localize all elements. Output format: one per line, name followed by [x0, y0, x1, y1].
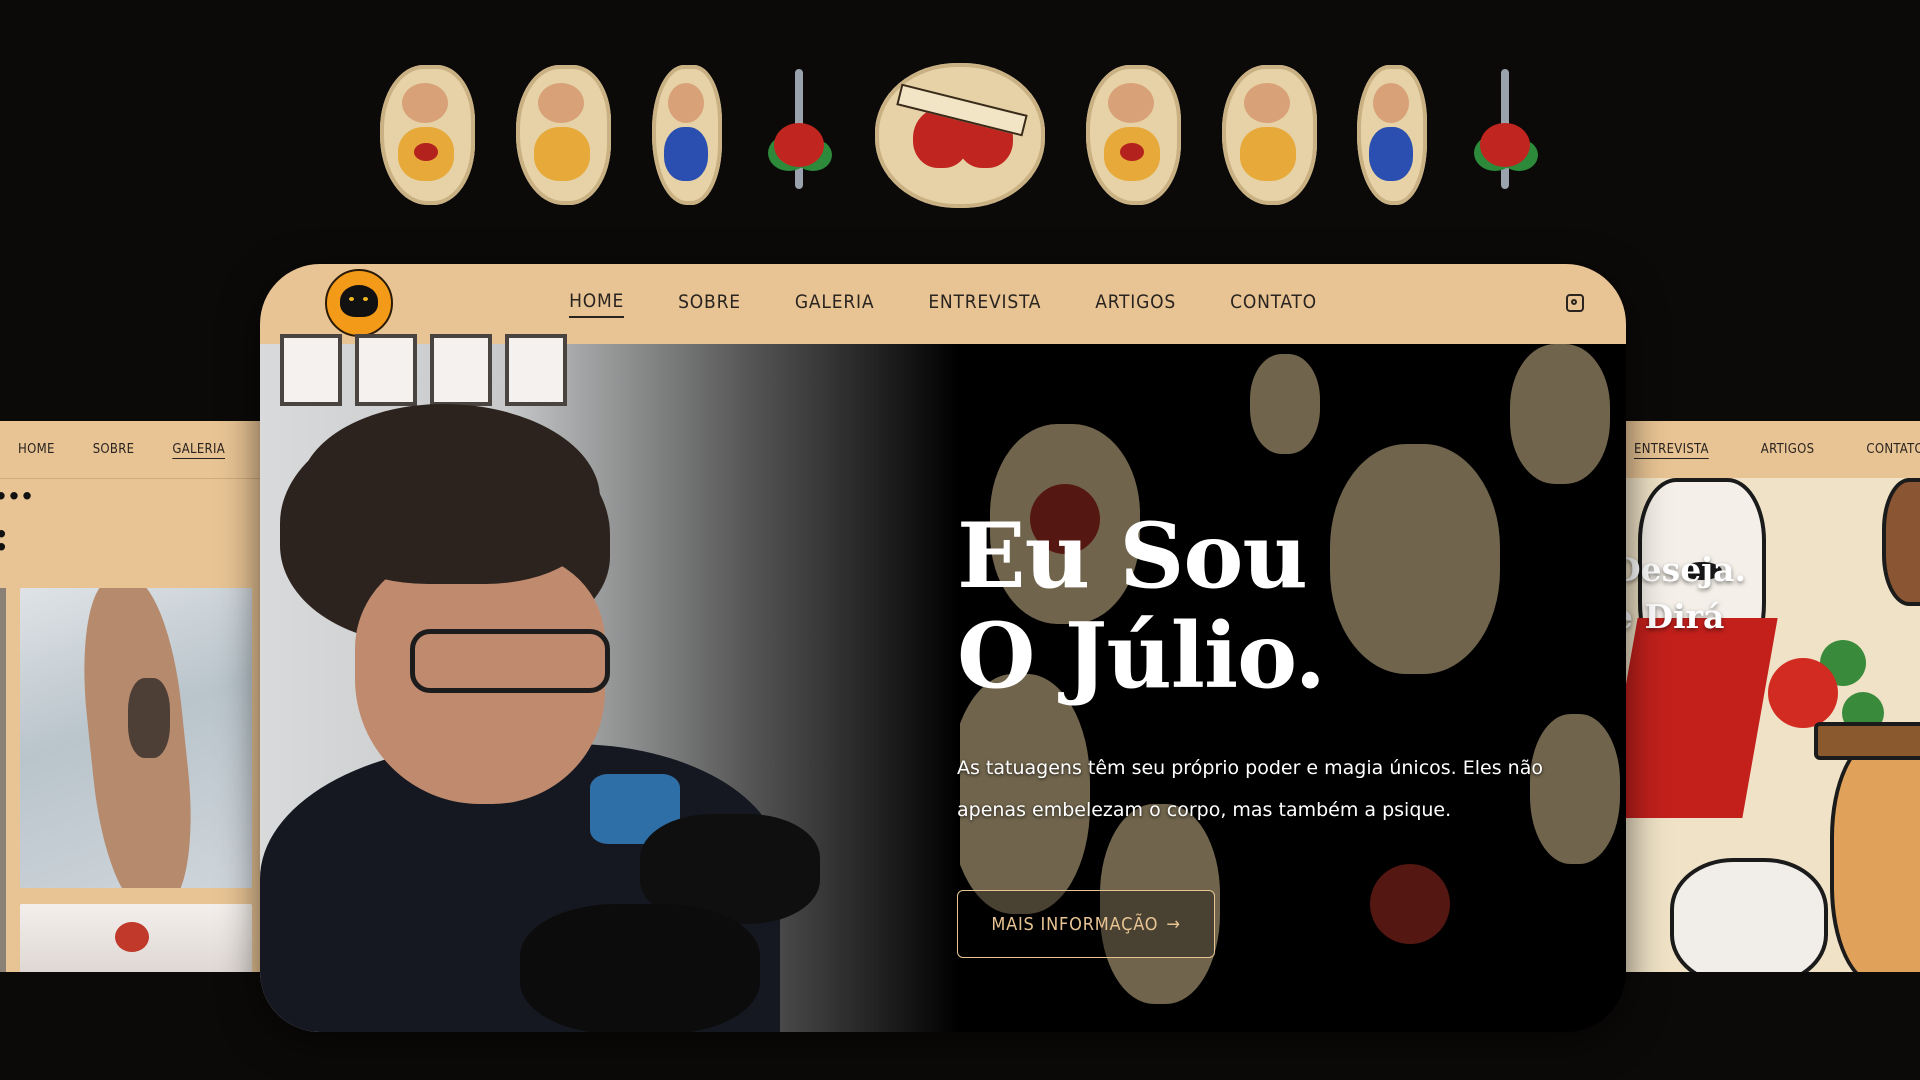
- nav-sobre[interactable]: SOBRE: [678, 291, 741, 317]
- right-overlay-line-1: Deseja.: [1620, 550, 1746, 589]
- tattoo-artist-photo: [260, 334, 960, 1032]
- homepage-preview-card: HOME SOBRE GALERIA ENTREVISTA ARTIGOS CO…: [260, 264, 1626, 1032]
- right-overlay-heading: Deseja. e Dirá: [1620, 546, 1746, 640]
- gallery-page-preview: HOME SOBRE GALERIA E … :: [0, 421, 260, 972]
- left-heading-fragment: …: [0, 466, 34, 506]
- interview-page-preview: ENTREVISTA ARTIGOS CONTATO Deseja. e Dir…: [1620, 421, 1920, 972]
- flash-pinup-shark-sticker: [515, 65, 611, 205]
- left-heading-fragment-2: :: [0, 513, 9, 560]
- flash-dagger-rose-sticker: [762, 65, 834, 205]
- nav-entrevista[interactable]: ENTREVISTA: [928, 291, 1041, 317]
- gallery-tattoo-rose-image[interactable]: [20, 904, 252, 972]
- header-bar: HOME SOBRE GALERIA ENTREVISTA ARTIGOS CO…: [260, 264, 1626, 344]
- hero-description-line-2: apenas embelezam o corpo, mas também a p…: [957, 799, 1452, 821]
- nav-galeria[interactable]: GALERIA: [795, 291, 874, 317]
- right-nav-artigos[interactable]: ARTIGOS: [1761, 442, 1815, 457]
- right-overlay-line-2: e Dirá: [1620, 597, 1725, 636]
- mais-informacao-button[interactable]: MAIS INFORMAÇÃO →: [957, 890, 1215, 958]
- gallery-tattoo-arm-image[interactable]: [20, 588, 252, 888]
- left-nav-sobre[interactable]: SOBRE: [93, 442, 135, 457]
- flash-never-give-up-sticker: [651, 65, 722, 205]
- hero-section: Eu Sou O Júlio. As tatuagens têm seu pró…: [260, 334, 1626, 1032]
- hero-title-line-1: Eu Sou: [957, 503, 1308, 609]
- hero-title: Eu Sou O Júlio.: [957, 503, 1326, 709]
- flash-pinup-shark-sticker: [1221, 65, 1317, 205]
- flash-mom-dad-heart-sticker: [875, 62, 1045, 208]
- nav-contato[interactable]: CONTATO: [1230, 291, 1317, 317]
- flash-pinup-tiger-sticker: [380, 65, 475, 205]
- flash-sticker-row: [380, 55, 1540, 215]
- nav-home[interactable]: HOME: [569, 290, 625, 318]
- flash-pinup-tiger-sticker: [1085, 65, 1181, 205]
- main-nav: HOME SOBRE GALERIA ENTREVISTA ARTIGOS CO…: [260, 264, 1626, 344]
- gallery-image-edge: [0, 588, 6, 972]
- right-nav-entrevista[interactable]: ENTREVISTA: [1634, 442, 1709, 457]
- hero-description: As tatuagens têm seu próprio poder e mag…: [957, 747, 1557, 831]
- left-nav-home[interactable]: HOME: [18, 442, 55, 457]
- flash-never-give-up-sticker: [1357, 65, 1428, 205]
- right-preview-nav: ENTREVISTA ARTIGOS CONTATO: [1620, 421, 1920, 478]
- left-nav-galeria[interactable]: GALERIA: [172, 442, 225, 457]
- right-nav-contato[interactable]: CONTATO: [1866, 442, 1920, 457]
- left-preview-nav: HOME SOBRE GALERIA E: [0, 421, 260, 479]
- cta-label: MAIS INFORMAÇÃO: [991, 913, 1159, 935]
- arrow-right-icon: →: [1166, 913, 1181, 935]
- instagram-icon[interactable]: [1566, 294, 1584, 312]
- hero-description-line-1: As tatuagens têm seu próprio poder e mag…: [957, 757, 1543, 779]
- hero-title-line-2: O Júlio.: [957, 603, 1326, 709]
- nav-artigos[interactable]: ARTIGOS: [1095, 291, 1176, 317]
- flash-dagger-rose-sticker: [1468, 65, 1540, 205]
